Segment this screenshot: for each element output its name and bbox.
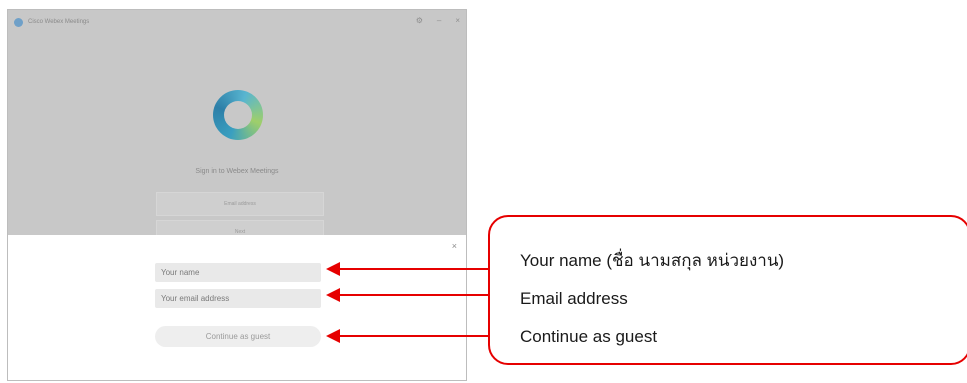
guest-dialog: × Continue as guest [8,235,466,380]
webex-small-logo-icon [14,17,23,27]
titlebar: Cisco Webex Meetings ⚙ – × [8,10,466,34]
bg-email-field: Email address [156,192,324,216]
window-controls: ⚙ – × [416,16,460,26]
arrow-line [338,294,488,296]
email-input[interactable] [155,289,321,308]
callout-continue: Continue as guest [520,327,658,346]
arrow-left-icon [326,288,340,302]
signin-heading: Sign in to Webex Meetings [195,168,279,175]
arrow-name [326,262,488,276]
arrow-left-icon [326,329,340,343]
minimize-icon[interactable]: – [437,16,441,26]
arrow-email [326,288,488,302]
webex-app-window: Cisco Webex Meetings ⚙ – × Sign in to We… [7,9,467,381]
arrow-line [338,268,488,270]
callout-email: Email address [520,289,628,308]
window-title: Cisco Webex Meetings [28,19,90,25]
callout-box: Your name (ชื่อ นามสกุล หน่วยงาน) Email … [488,215,967,365]
webex-logo-icon [213,90,263,140]
close-icon[interactable]: × [452,241,457,251]
name-input[interactable] [155,263,321,282]
arrow-continue [326,329,488,343]
arrow-left-icon [326,262,340,276]
window-close-icon[interactable]: × [455,16,460,26]
arrow-line [338,335,488,337]
callout-name: Your name (ชื่อ นามสกุล หน่วยงาน) [520,251,785,270]
settings-icon[interactable]: ⚙ [416,16,423,26]
continue-as-guest-button[interactable]: Continue as guest [155,326,321,347]
